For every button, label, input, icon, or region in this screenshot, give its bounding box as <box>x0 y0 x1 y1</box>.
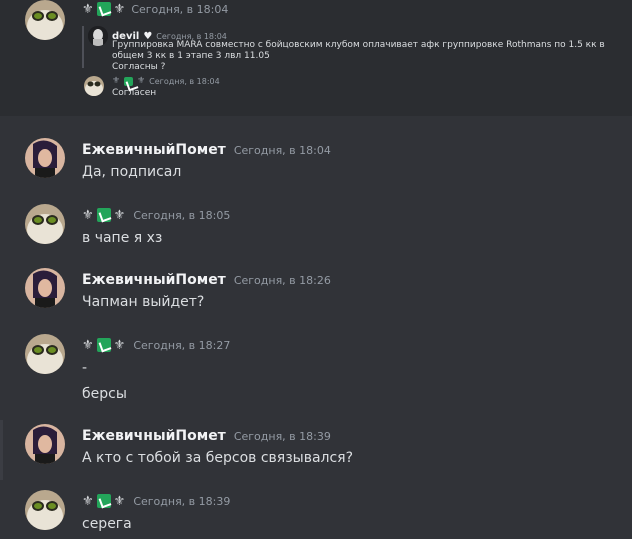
fleur-icon: ⚜ <box>82 1 94 17</box>
message-header: ⚜ ⚜ Сегодня, в 18:27 <box>82 338 230 352</box>
username[interactable]: ЕжевичныйПомет <box>82 142 226 158</box>
timestamp: Сегодня, в 18:39 <box>133 494 231 508</box>
user-badges[interactable]: ⚜ ⚜ <box>82 208 125 222</box>
timestamp: Сегодня, в 18:04 <box>233 144 331 157</box>
reply-content: Группировка MARA совместно с бойцовским … <box>112 40 632 73</box>
message-text: в чапе я хз <box>82 230 163 246</box>
message: ЕжевичныйПомет Сегодня, в 18:26 Чапман в… <box>0 268 632 328</box>
message: ЕжевичныйПомет Сегодня, в 18:39 А кто с … <box>0 424 632 484</box>
cat-avatar[interactable] <box>25 334 65 374</box>
check-badge-icon <box>96 2 111 16</box>
message-header: ⚜ ⚜ Сегодня, в 18:39 <box>82 494 230 508</box>
message-text: серега <box>82 516 132 532</box>
check-badge-icon <box>96 494 111 508</box>
fleur-icon: ⚜ <box>113 1 126 17</box>
message: ⚜ ⚜ Сегодня, в 18:05 в чапе я хз <box>0 204 632 264</box>
check-badge-icon <box>96 208 111 222</box>
timestamp: Сегодня, в 18:05 <box>133 208 231 222</box>
woman-avatar[interactable] <box>25 138 65 178</box>
inner-header: ⚜ ⚜ Сегодня, в 18:04 <box>112 76 220 86</box>
inner-text: Согласен <box>112 88 157 98</box>
top-header: ⚜ ⚜ Сегодня, в 18:04 <box>82 2 228 16</box>
devil-avatar[interactable] <box>88 26 108 46</box>
inner-timestamp: Сегодня, в 18:04 <box>149 76 220 86</box>
check-badge-icon <box>124 76 134 86</box>
user-badges[interactable]: ⚜ ⚜ <box>82 338 125 352</box>
message: ⚜ ⚜ Сегодня, в 18:39 серега <box>0 490 632 539</box>
quote-bar <box>82 26 84 68</box>
message: ЕжевичныйПомет Сегодня, в 18:04 Да, подп… <box>0 138 632 198</box>
timestamp: Сегодня, в 18:04 <box>131 2 229 16</box>
timestamp: Сегодня, в 18:39 <box>233 430 331 443</box>
cat-avatar[interactable] <box>25 204 65 244</box>
fleur-icon: ⚜ <box>82 493 94 509</box>
timestamp: Сегодня, в 18:26 <box>233 274 331 287</box>
message-header: ⚜ ⚜ Сегодня, в 18:05 <box>82 208 230 222</box>
fleur-icon: ⚜ <box>112 76 121 86</box>
fleur-icon: ⚜ <box>113 493 126 509</box>
woman-avatar[interactable] <box>25 424 65 464</box>
cat-avatar[interactable] <box>84 76 104 96</box>
message-header: ЕжевичныйПомет Сегодня, в 18:39 <box>82 428 331 444</box>
chat-area: ⚜ ⚜ Сегодня, в 18:04 devil ♥ Сегодня, в … <box>0 0 632 539</box>
fleur-icon: ⚜ <box>113 207 126 223</box>
message-header: ЕжевичныйПомет Сегодня, в 18:26 <box>82 272 331 288</box>
forwarded-message-block: ⚜ ⚜ Сегодня, в 18:04 devil ♥ Сегодня, в … <box>0 0 632 116</box>
message: ⚜ ⚜ Сегодня, в 18:27 - берсы <box>0 334 632 414</box>
reply-line: Согласны ? <box>112 62 166 72</box>
reply-line: Группировка MARA совместно с бойцовским … <box>112 40 605 61</box>
woman-avatar[interactable] <box>25 268 65 308</box>
message-text: Чапман выйдет? <box>82 294 205 310</box>
fleur-icon: ⚜ <box>137 76 146 86</box>
fleur-icon: ⚜ <box>82 337 94 353</box>
message-text: берсы <box>82 386 127 402</box>
fleur-icon: ⚜ <box>113 337 126 353</box>
check-badge-icon <box>96 338 111 352</box>
cat-avatar[interactable] <box>25 490 65 530</box>
message-header: ЕжевичныйПомет Сегодня, в 18:04 <box>82 142 331 158</box>
message-text: - <box>82 360 88 376</box>
user-badges[interactable]: ⚜ ⚜ <box>82 494 125 508</box>
timestamp: Сегодня, в 18:27 <box>133 338 231 352</box>
fleur-icon: ⚜ <box>82 207 94 223</box>
user-badges: ⚜ ⚜ <box>82 2 125 16</box>
username[interactable]: ЕжевичныйПомет <box>82 272 226 288</box>
cat-avatar[interactable] <box>25 0 65 40</box>
username[interactable]: ЕжевичныйПомет <box>82 428 226 444</box>
message-text: Да, подписал <box>82 164 182 180</box>
message-text: А кто с тобой за берсов связывался? <box>82 450 354 466</box>
